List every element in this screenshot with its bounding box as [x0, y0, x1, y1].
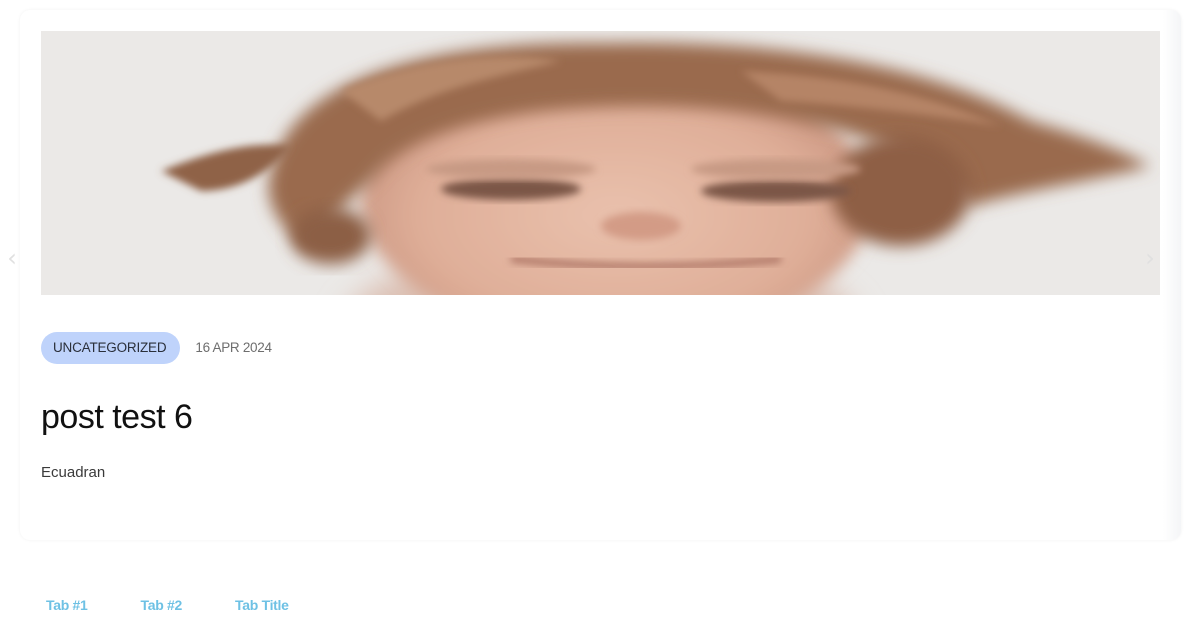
chevron-left-icon[interactable]: ‹	[4, 245, 20, 271]
post-meta: UNCATEGORIZED 16 APR 2024	[41, 331, 272, 364]
post-title[interactable]: post test 6	[41, 396, 193, 438]
page: UNCATEGORIZED 16 APR 2024 post test 6 Ec…	[0, 0, 1200, 634]
card-edge-shadow	[1163, 10, 1181, 540]
post-excerpt: Ecuadran	[41, 464, 106, 481]
chevron-right-icon[interactable]: ›	[1142, 245, 1158, 271]
tab-bar: Tab #1 Tab #2 Tab Title	[46, 595, 342, 615]
category-badge[interactable]: UNCATEGORIZED	[41, 331, 181, 364]
tab-1[interactable]: Tab #1	[46, 595, 88, 615]
post-card: UNCATEGORIZED 16 APR 2024 post test 6 Ec…	[20, 10, 1181, 540]
post-featured-image[interactable]	[41, 31, 1160, 295]
tab-title[interactable]: Tab Title	[235, 595, 289, 615]
post-date: 16 APR 2024	[195, 340, 272, 355]
tab-2[interactable]: Tab #2	[141, 595, 183, 615]
